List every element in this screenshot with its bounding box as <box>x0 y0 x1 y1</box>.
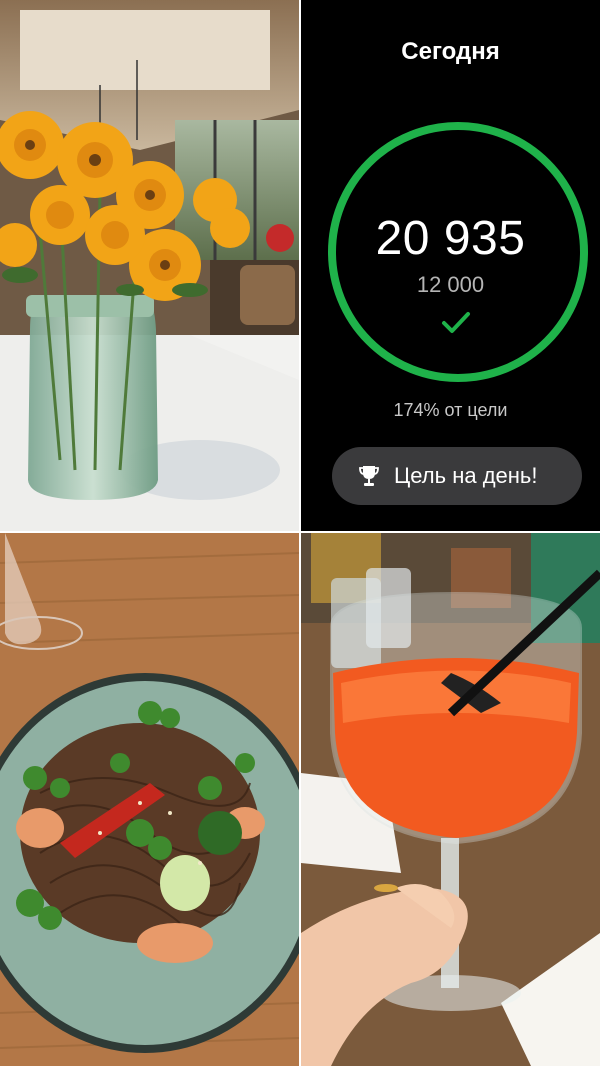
goal-percent-text: 174% от цели <box>393 400 508 420</box>
photo-collage: Сегодня 20 935 12 000 174% от цели Цель … <box>0 0 600 1066</box>
steps-panel: Сегодня 20 935 12 000 174% от цели Цель … <box>301 0 600 531</box>
daily-goal-button-label: Цель на день! <box>394 463 538 488</box>
aperol-spritz-photo <box>301 533 600 1066</box>
spritz-illustration <box>301 533 600 1066</box>
flowers-illustration <box>0 0 299 531</box>
noodle-dish-photo <box>0 533 299 1066</box>
flowers-photo <box>0 0 299 531</box>
trophy-icon <box>358 464 380 488</box>
daily-goal-button[interactable]: Цель на день! <box>332 447 582 505</box>
step-count: 20 935 <box>375 212 526 265</box>
step-goal: 12 000 <box>416 272 485 297</box>
checkmark-icon <box>439 306 473 340</box>
noodle-illustration <box>0 533 299 1066</box>
page-title: Сегодня <box>401 38 500 65</box>
